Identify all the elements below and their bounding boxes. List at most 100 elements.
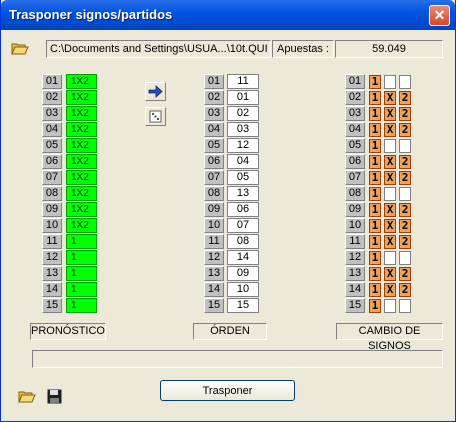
pronostico-cell[interactable]: 1 [66, 282, 97, 297]
pronostico-row-number: 13 [42, 266, 62, 281]
sign-cell[interactable]: X [384, 267, 396, 281]
sign-cell-empty[interactable] [399, 187, 411, 201]
pronostico-row-number: 12 [42, 250, 62, 265]
sign-cell-empty[interactable] [384, 299, 396, 313]
orden-cell[interactable]: 15 [227, 298, 259, 313]
pronostico-cell[interactable]: 1X2 [66, 138, 97, 153]
sign-cell-empty[interactable] [399, 251, 411, 265]
orden-row-number: 07 [204, 170, 224, 185]
pronostico-cell[interactable]: 1X2 [66, 106, 97, 121]
sign-cell[interactable]: 2 [399, 123, 411, 137]
orden-cell[interactable]: 08 [227, 234, 259, 249]
sign-cell[interactable]: 1 [369, 235, 381, 249]
pronostico-cell[interactable]: 1X2 [66, 74, 97, 89]
sign-cell[interactable]: X [384, 107, 396, 121]
sign-cell[interactable]: 2 [399, 107, 411, 121]
open-folder-icon[interactable] [18, 389, 36, 404]
pronostico-cell[interactable]: 1X2 [66, 186, 97, 201]
sign-cell[interactable]: 1 [369, 91, 381, 105]
sign-cell[interactable]: 1 [369, 219, 381, 233]
pronostico-cell[interactable]: 1X2 [66, 154, 97, 169]
sign-cell-empty[interactable] [384, 187, 396, 201]
sign-cell[interactable]: 1 [369, 299, 381, 313]
pronostico-cell[interactable]: 1X2 [66, 218, 97, 233]
sign-cell[interactable]: 1 [369, 107, 381, 121]
floppy-disk-icon[interactable] [47, 389, 62, 404]
orden-row-number: 09 [204, 202, 224, 217]
sign-cell[interactable]: 2 [399, 155, 411, 169]
orden-row-number: 12 [204, 250, 224, 265]
orden-row-number: 08 [204, 186, 224, 201]
sign-cell[interactable]: 2 [399, 235, 411, 249]
orden-row-number: 05 [204, 138, 224, 153]
orden-cell[interactable]: 02 [227, 106, 259, 121]
sign-cell[interactable]: 1 [369, 187, 381, 201]
orden-cell[interactable]: 10 [227, 282, 259, 297]
trasponer-button[interactable]: Trasponer [160, 380, 295, 401]
sign-cell-empty[interactable] [384, 251, 396, 265]
sign-cell[interactable]: X [384, 171, 396, 185]
orden-cell[interactable]: 13 [227, 186, 259, 201]
random-button[interactable] [145, 107, 166, 126]
cambio-row-number: 02 [345, 90, 365, 105]
sign-cell[interactable]: 2 [399, 219, 411, 233]
pronostico-cell[interactable]: 1 [66, 234, 97, 249]
sign-cell-empty[interactable] [384, 139, 396, 153]
pronostico-cell[interactable]: 1 [66, 250, 97, 265]
sign-cell[interactable]: X [384, 219, 396, 233]
sign-cell-empty[interactable] [399, 299, 411, 313]
pronostico-cell[interactable]: 1X2 [66, 202, 97, 217]
open-folder-icon[interactable] [11, 41, 29, 56]
sign-cell[interactable]: 2 [399, 171, 411, 185]
orden-cell[interactable]: 05 [227, 170, 259, 185]
sign-cell[interactable]: 1 [369, 171, 381, 185]
sign-cell[interactable]: X [384, 283, 396, 297]
orden-cell[interactable]: 11 [227, 74, 259, 89]
sign-cell[interactable]: 1 [369, 123, 381, 137]
pronostico-row-number: 09 [42, 202, 62, 217]
sign-cell[interactable]: 1 [369, 251, 381, 265]
orden-cell[interactable]: 06 [227, 202, 259, 217]
orden-cell[interactable]: 09 [227, 266, 259, 281]
pronostico-cell[interactable]: 1X2 [66, 90, 97, 105]
orden-row-number: 15 [204, 298, 224, 313]
orden-cell[interactable]: 12 [227, 138, 259, 153]
cambio-row-number: 10 [345, 218, 365, 233]
pronostico-cell[interactable]: 1X2 [66, 122, 97, 137]
pronostico-row-number: 14 [42, 282, 62, 297]
pronostico-cell[interactable]: 1 [66, 266, 97, 281]
sign-cell[interactable]: 1 [369, 283, 381, 297]
sign-cell-empty[interactable] [399, 139, 411, 153]
sign-cell[interactable]: 2 [399, 283, 411, 297]
sign-cell[interactable]: X [384, 123, 396, 137]
sign-cell-empty[interactable] [384, 75, 396, 89]
cambio-row-number: 13 [345, 266, 365, 281]
cambio-row-number: 04 [345, 122, 365, 137]
orden-cell[interactable]: 07 [227, 218, 259, 233]
pronostico-cell[interactable]: 1 [66, 298, 97, 313]
dice-icon [149, 110, 162, 123]
sign-cell[interactable]: X [384, 155, 396, 169]
sign-cell[interactable]: X [384, 203, 396, 217]
sign-cell[interactable]: 1 [369, 139, 381, 153]
sign-cell[interactable]: 1 [369, 155, 381, 169]
sign-cell[interactable]: 2 [399, 267, 411, 281]
progress-bar [32, 350, 443, 368]
sign-cell[interactable]: X [384, 91, 396, 105]
sign-cell[interactable]: 2 [399, 91, 411, 105]
pronostico-cell[interactable]: 1X2 [66, 170, 97, 185]
close-button[interactable]: ✕ [429, 5, 450, 26]
sign-cell[interactable]: 1 [369, 75, 381, 89]
sign-cell[interactable]: 1 [369, 267, 381, 281]
orden-cell[interactable]: 14 [227, 250, 259, 265]
orden-row-number: 10 [204, 218, 224, 233]
sign-cell[interactable]: 2 [399, 203, 411, 217]
arrow-right-button[interactable] [145, 82, 166, 101]
sign-cell-empty[interactable] [399, 75, 411, 89]
orden-cell[interactable]: 03 [227, 122, 259, 137]
cambio-row-number: 08 [345, 186, 365, 201]
sign-cell[interactable]: 1 [369, 203, 381, 217]
sign-cell[interactable]: X [384, 235, 396, 249]
orden-cell[interactable]: 01 [227, 90, 259, 105]
orden-cell[interactable]: 04 [227, 154, 259, 169]
